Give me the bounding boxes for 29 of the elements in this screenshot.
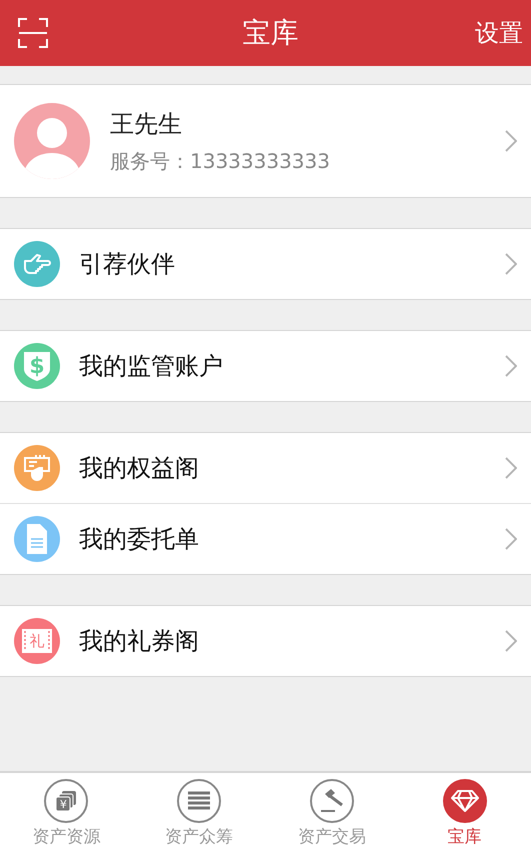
nav-tab[interactable]: 宝库 [398,773,531,851]
nav-tab[interactable]: ¥ 资产资源 [0,773,133,851]
yen-sign: ¥ [60,798,67,810]
menu-label: 我的礼券阁 [79,626,200,657]
profile-card[interactable]: 王先生 服务号：13333333333 [0,84,531,198]
menu-row[interactable]: 我的权益阁 [0,433,531,503]
chevron-icon [505,253,517,275]
user-name: 王先生 [110,108,183,140]
list-icon [177,779,222,823]
menu-label: 我的委托单 [79,524,200,555]
menu-row[interactable]: 我的委托单 [0,503,531,574]
chevron-icon [505,130,517,152]
menu-label: 我的权益阁 [79,453,200,484]
menu-label: 引荐伙伴 [79,249,176,280]
chevron-icon [505,355,517,377]
chevron-icon [505,630,517,652]
settings-button[interactable]: 设置 [475,17,523,49]
scan-icon[interactable] [18,18,48,48]
menu-row[interactable]: $ 我的监管账户 [0,331,531,401]
menu-label: 我的监管账户 [79,351,224,382]
chevron-icon [505,528,517,550]
gift-character: 礼 [30,632,44,650]
dollar-sign: $ [29,354,45,378]
page-title: 宝库 [242,15,298,51]
gavel-icon [310,779,354,823]
menu-row[interactable]: 引荐伙伴 [0,229,531,299]
chevron-icon [505,457,517,479]
menu-row[interactable]: 礼 我的礼券阁 [0,606,531,676]
service-number: 服务号：13333333333 [110,148,331,174]
